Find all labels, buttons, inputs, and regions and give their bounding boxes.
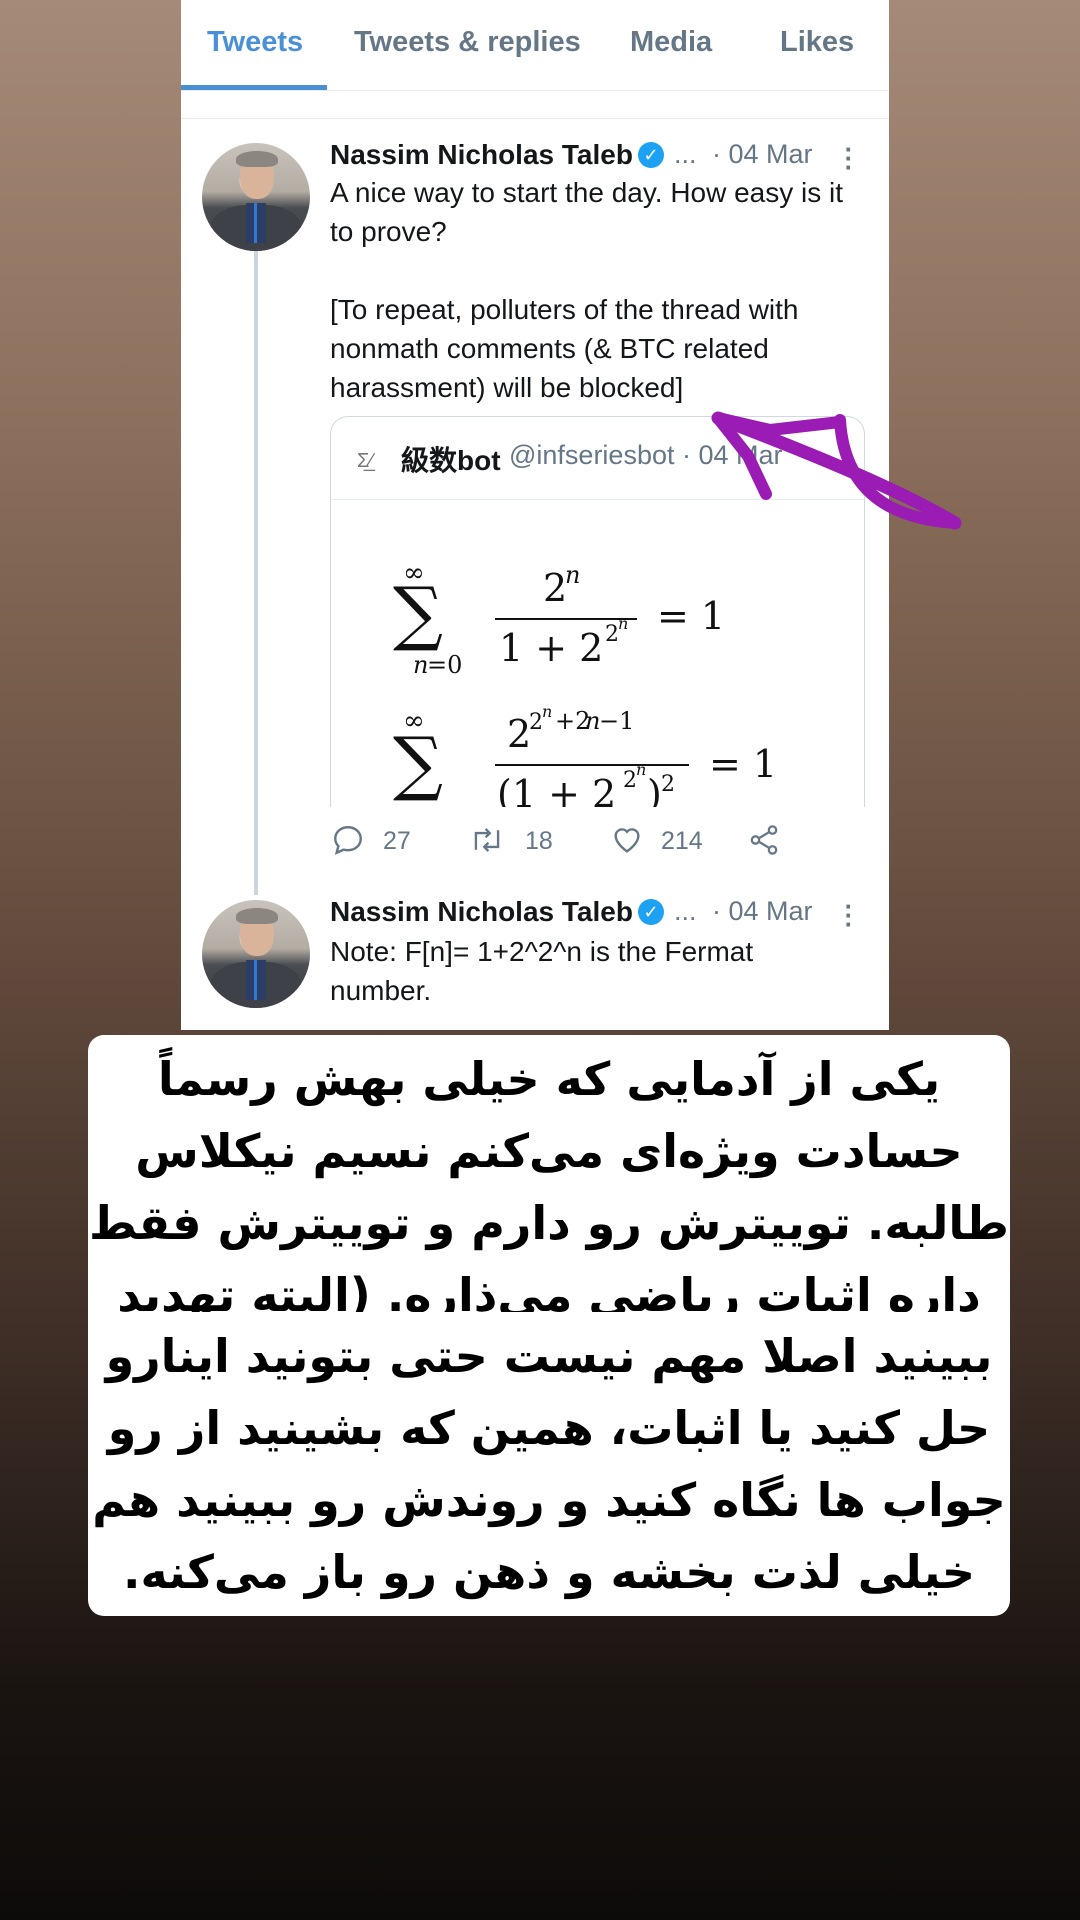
heart-icon [614,828,640,853]
active-tab-indicator [181,85,327,90]
quoted-tweet[interactable]: Σ̲∕ 級数bot @infseriesbot · 04 Mar ∞ ∑ n =… [330,416,865,807]
tab-tweets-replies[interactable]: Tweets & replies [354,26,581,59]
like-count: 214 [661,827,703,855]
svg-text:2: 2 [623,768,637,793]
svg-text:n: n [542,702,552,721]
truncation-ellipsis: ... [674,896,697,926]
svg-text:=0: =0 [427,651,462,679]
tweet-text: Note: F[n]= 1+2^2^n is the Fermat number… [330,936,754,1006]
svg-text:n: n [636,760,646,779]
avatar[interactable] [202,143,310,251]
svg-text:2: 2 [605,622,619,647]
tab-media[interactable]: Media [630,26,712,59]
tab-tweets[interactable]: Tweets [207,26,303,59]
svg-text:1 + 2: 1 + 2 [499,626,603,670]
verified-badge-icon: ✓ [638,142,664,168]
share-icon [750,825,778,855]
thread-line [254,250,258,895]
svg-text:−1: −1 [599,707,634,735]
svg-text:(1 + 2: (1 + 2 [497,772,616,807]
avatar[interactable] [202,900,310,1008]
verified-badge-icon: ✓ [638,899,664,925]
svg-text:∑: ∑ [393,722,443,804]
svg-text:2: 2 [543,566,567,610]
quoted-author-name: 級数bot [401,445,501,476]
quoted-tweet-header: Σ̲∕ 級数bot @infseriesbot · 04 Mar [331,417,864,500]
tweet-date[interactable]: · 04 Mar [712,139,813,170]
svg-text:2: 2 [529,710,543,735]
reply-count: 27 [383,827,411,855]
profile-tabs: Tweets Tweets & replies Media Likes [181,0,889,91]
svg-text:): ) [647,772,662,807]
svg-text:2: 2 [661,772,675,797]
svg-text:n: n [618,614,628,633]
more-options-icon[interactable]: · · · [844,893,854,937]
quoted-author-handle: @infseriesbot · 04 Mar [509,440,783,470]
tweet-text: A nice way to start the day. How easy is… [330,177,844,403]
svg-text:2: 2 [507,712,531,756]
more-options-icon[interactable]: · · · [844,136,854,180]
tweet-author-name[interactable]: Nassim Nicholas Taleb [330,139,633,171]
svg-text:= 1: = 1 [709,742,777,786]
twitter-screenshot: Tweets Tweets & replies Media Likes Nass… [181,0,889,1030]
tab-likes[interactable]: Likes [780,26,854,59]
svg-text:∑: ∑ [393,572,443,654]
retweet-icon [474,828,500,852]
math-formula-image: ∞ ∑ n =0 2 n 1 + 2 2 n = 1 ∞ ∑ 2 2 n +2 … [393,558,777,807]
divider [181,118,889,119]
truncation-ellipsis: ... [674,139,697,169]
svg-text:n: n [565,561,580,589]
tweet-author-name[interactable]: Nassim Nicholas Taleb [330,896,633,928]
sigma-avatar-icon: Σ̲∕ [357,450,373,472]
svg-text:= 1: = 1 [657,594,725,638]
reply-icon [334,826,362,855]
retweet-count: 18 [525,827,553,855]
tweet-date[interactable]: · 04 Mar [712,896,813,927]
caption-second: ببینید اصلا مهم نیست حتی بتونید اینارو ح… [88,1312,1010,1616]
